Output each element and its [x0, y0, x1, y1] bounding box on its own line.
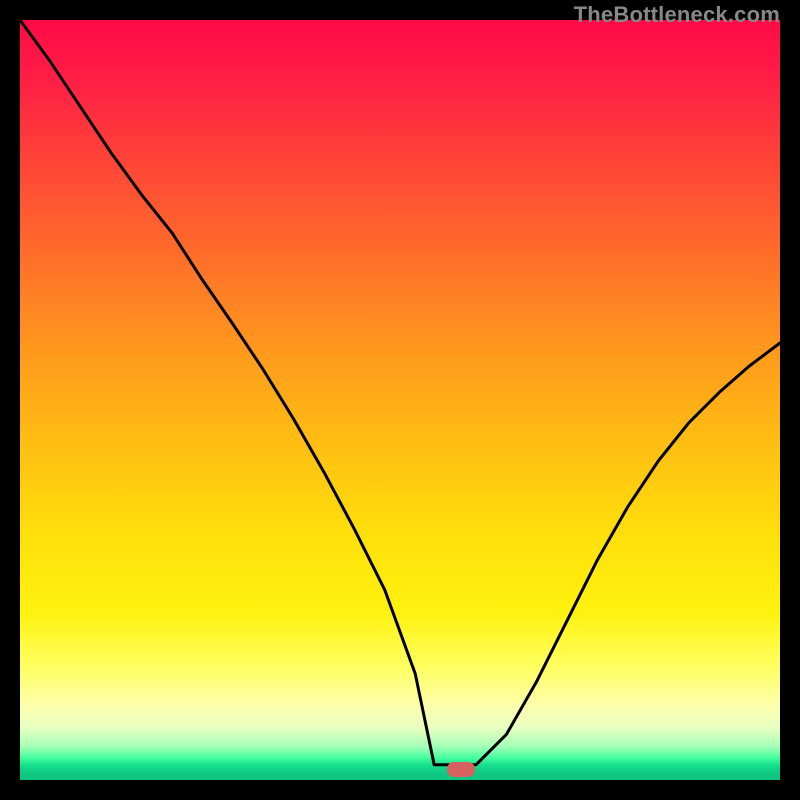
watermark-text: TheBottleneck.com	[574, 2, 780, 28]
bottleneck-curve	[20, 20, 780, 780]
chart-container: TheBottleneck.com	[0, 0, 800, 800]
optimum-marker	[447, 762, 475, 777]
